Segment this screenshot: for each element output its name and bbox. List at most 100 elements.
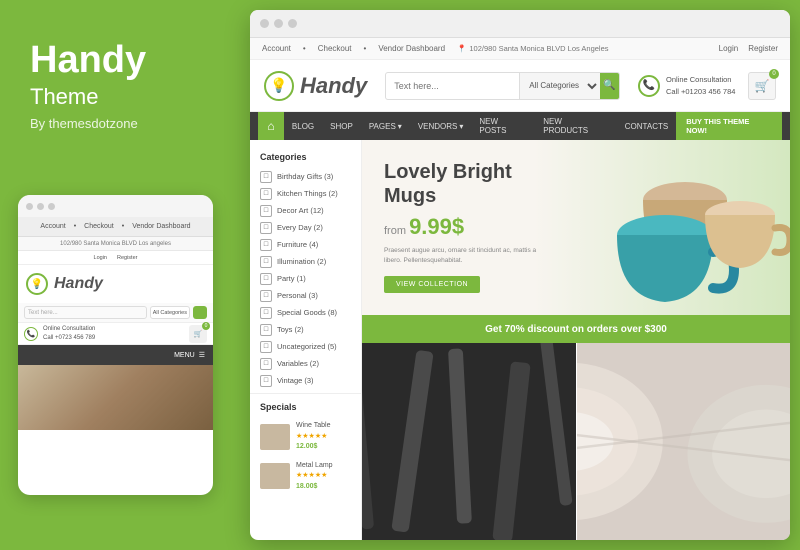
mobile-logo-icon: 💡 xyxy=(26,273,48,295)
category-icon: □ xyxy=(260,171,272,183)
category-icon: □ xyxy=(260,239,272,251)
specials-item-info: Wine Table ★★★★★ 12.00$ xyxy=(296,421,331,453)
site-topbar: Account • Checkout • Vendor Dashboard 📍 … xyxy=(250,38,790,60)
sidebar-category-item[interactable]: □Vintage (3) xyxy=(250,372,361,389)
sidebar-category-item[interactable]: □Party (1) xyxy=(250,270,361,287)
site-search-button[interactable]: 🔍 xyxy=(600,73,619,99)
site-login-link[interactable]: Login xyxy=(719,44,739,53)
sidebar-category-item[interactable]: □Furniture (4) xyxy=(250,236,361,253)
site-sidebar: Categories □Birthday Gifts (3)□Kitchen T… xyxy=(250,140,362,540)
specials-item-stars: ★★★★★ xyxy=(296,432,331,443)
site-logo[interactable]: 💡 Handy xyxy=(264,71,367,101)
browser-dot-3 xyxy=(288,19,297,28)
sidebar-category-item[interactable]: □Illumination (2) xyxy=(250,253,361,270)
site-vendor-link[interactable]: Vendor Dashboard xyxy=(378,44,445,53)
theme-title: Handy xyxy=(30,40,240,82)
nav-home-button[interactable]: ⌂ xyxy=(258,112,284,140)
category-icon: □ xyxy=(260,256,272,268)
mobile-account-link[interactable]: Account xyxy=(40,223,65,230)
browser-dot-2 xyxy=(274,19,283,28)
specials-item-info: Metal Lamp ★★★★★ 18.00$ xyxy=(296,461,333,493)
browser-mockup: Account • Checkout • Vendor Dashboard 📍 … xyxy=(250,10,790,540)
site-checkout-link[interactable]: Checkout xyxy=(318,44,352,53)
site-mainnav: ⌂ BLOG SHOP PAGES ▾ VENDORS ▾ NEW POSTS … xyxy=(250,112,790,140)
site-cart-icon[interactable]: 🛒 0 xyxy=(748,72,776,100)
sidebar-category-item[interactable]: □Kitchen Things (2) xyxy=(250,185,361,202)
site-logo-text: Handy xyxy=(300,73,367,99)
sidebar-category-item[interactable]: □Decor Art (12) xyxy=(250,202,361,219)
site-search-input[interactable] xyxy=(386,81,519,91)
nav-buy-button[interactable]: BUY THIS THEME NOW! xyxy=(676,112,782,140)
bottom-panel-left: New Collection xyxy=(362,343,576,540)
site-main: Lovely BrightMugs from 9.99$ Praesent au… xyxy=(362,140,790,540)
hero-price-wrap: from 9.99$ xyxy=(384,214,539,240)
category-icon: □ xyxy=(260,290,272,302)
hero-cta-button[interactable]: VIEW COLLECTION xyxy=(384,276,480,293)
category-icon: □ xyxy=(260,205,272,217)
nav-item-blog[interactable]: BLOG xyxy=(284,112,322,140)
browser-top-bar xyxy=(250,10,790,38)
nav-item-new-posts[interactable]: NEW POSTS xyxy=(471,112,535,140)
category-icon: □ xyxy=(260,341,272,353)
mobile-checkout-link[interactable]: Checkout xyxy=(84,223,114,230)
mobile-phone-icon: 📞 xyxy=(24,327,38,341)
specials-item[interactable]: Metal Lamp ★★★★★ 18.00$ xyxy=(250,457,361,497)
sidebar-category-item[interactable]: □Toys (2) xyxy=(250,321,361,338)
theme-subtitle: Theme xyxy=(30,84,240,110)
category-icon: □ xyxy=(260,188,272,200)
mobile-logo-text: Handy xyxy=(54,275,103,293)
mobile-address-bar: 102/980 Santa Monica BLVD Los angeles xyxy=(18,237,213,251)
mobile-hero-bg xyxy=(18,365,213,430)
bottom-panels: New Collection Clearance xyxy=(362,343,790,540)
specials-item[interactable]: Wine Table ★★★★★ 12.00$ xyxy=(250,417,361,457)
nav-item-shop[interactable]: SHOP xyxy=(322,112,361,140)
sidebar-category-item[interactable]: □Variables (2) xyxy=(250,355,361,372)
mobile-search-button[interactable] xyxy=(193,306,207,319)
mobile-category-select[interactable]: All Categories xyxy=(150,306,190,319)
site-account-link[interactable]: Account xyxy=(262,44,291,53)
hero-price: 9.99$ xyxy=(409,214,464,239)
sidebar-categories-title: Categories xyxy=(250,148,361,168)
hero-description: Praesent augue arcu, ornare sit tincidun… xyxy=(384,246,539,266)
mobile-menu-label: MENU xyxy=(174,352,195,359)
specials-list: Wine Table ★★★★★ 12.00$ Metal Lamp ★★★★★… xyxy=(250,417,361,496)
category-icon: □ xyxy=(260,358,272,370)
category-icon: □ xyxy=(260,273,272,285)
specials-item-price: 12.00$ xyxy=(296,442,331,453)
mobile-menu-bar[interactable]: MENU ☰ xyxy=(18,345,213,365)
bottom-panel-right: Clearance Sale xyxy=(577,343,791,540)
sidebar-specials-title: Specials xyxy=(250,393,361,417)
category-icon: □ xyxy=(260,222,272,234)
nav-item-new-products[interactable]: NEW PRODUCTS xyxy=(535,112,617,140)
site-cart-count: 0 xyxy=(769,69,779,79)
site-address: 📍 102/980 Santa Monica BLVD Los Angeles xyxy=(457,44,608,53)
mobile-consultation: 📞 Online Consultation Call +0723 456 789… xyxy=(18,323,213,345)
mobile-login-link[interactable]: Login xyxy=(94,255,107,261)
site-consultation: 📞 Online Consultation Call +01203 456 78… xyxy=(638,74,738,97)
mobile-search-bar: Text here... All Categories xyxy=(18,303,213,323)
specials-item-price: 18.00$ xyxy=(296,482,333,493)
mobile-register-link[interactable]: Register xyxy=(117,255,137,261)
site-register-link[interactable]: Register xyxy=(748,44,778,53)
sidebar-category-item[interactable]: □Personal (3) xyxy=(250,287,361,304)
hero-title: Lovely BrightMugs xyxy=(384,160,539,208)
mobile-dot-3 xyxy=(48,203,55,210)
site-category-select[interactable]: All Categories xyxy=(519,73,600,99)
nav-item-pages[interactable]: PAGES ▾ xyxy=(361,112,410,140)
mobile-vendor-link[interactable]: Vendor Dashboard xyxy=(132,223,190,230)
discount-banner: Get 70% discount on orders over $300 xyxy=(362,315,790,343)
sidebar-category-item[interactable]: □Uncategorized (5) xyxy=(250,338,361,355)
site-consult-text: Online Consultation Call +01203 456 784 xyxy=(666,74,735,97)
nav-item-vendors[interactable]: VENDORS ▾ xyxy=(410,112,472,140)
specials-item-name: Wine Table xyxy=(296,421,331,432)
sidebar-category-item[interactable]: □Special Goods (8) xyxy=(250,304,361,321)
site-content: Categories □Birthday Gifts (3)□Kitchen T… xyxy=(250,140,790,540)
mobile-consult-text: Online Consultation Call +0723 456 789 xyxy=(43,325,95,342)
mobile-cart-icon[interactable]: 🛒 0 xyxy=(189,325,207,343)
sidebar-category-item[interactable]: □Every Day (2) xyxy=(250,219,361,236)
left-panel: Handy Theme By themesdotzone xyxy=(30,40,240,131)
sidebar-category-item[interactable]: □Birthday Gifts (3) xyxy=(250,168,361,185)
nav-item-contacts[interactable]: CONTACTS xyxy=(617,112,676,140)
mobile-hero-image xyxy=(18,365,213,430)
mobile-search-input[interactable]: Text here... xyxy=(24,306,147,319)
